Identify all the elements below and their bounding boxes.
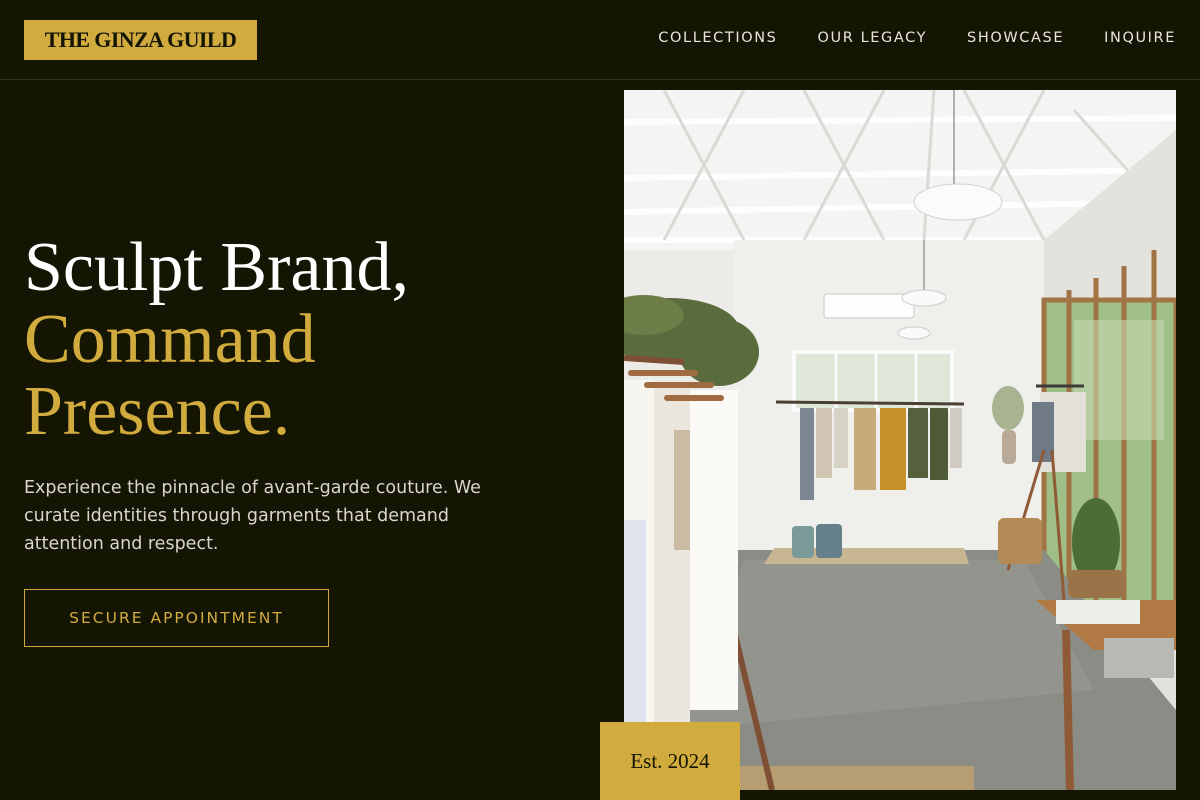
site-header: THE GINZA GUILD COLLECTIONS OUR LEGACY S…: [0, 0, 1200, 80]
hero-title-line-2: Command: [24, 301, 316, 378]
hero-title-line-1: Sculpt Brand,: [24, 229, 409, 306]
main-nav: COLLECTIONS OUR LEGACY SHOWCASE INQUIRE: [658, 30, 1176, 46]
established-badge: Est. 2024: [600, 722, 740, 800]
nav-showcase[interactable]: SHOWCASE: [967, 30, 1064, 46]
nav-our-legacy[interactable]: OUR LEGACY: [817, 30, 927, 46]
nav-inquire[interactable]: INQUIRE: [1104, 30, 1176, 46]
brand-logo[interactable]: THE GINZA GUILD: [24, 20, 257, 60]
boutique-photo: [624, 90, 1176, 790]
boutique-interior-illustration: [624, 90, 1176, 790]
nav-collections[interactable]: COLLECTIONS: [658, 30, 777, 46]
hero-title-line-3: Presence.: [24, 373, 291, 450]
hero-title: Sculpt Brand, Command Presence.: [24, 232, 409, 448]
hero-description: Experience the pinnacle of avant-garde c…: [24, 478, 481, 554]
secure-appointment-button[interactable]: SECURE APPOINTMENT: [24, 589, 329, 647]
